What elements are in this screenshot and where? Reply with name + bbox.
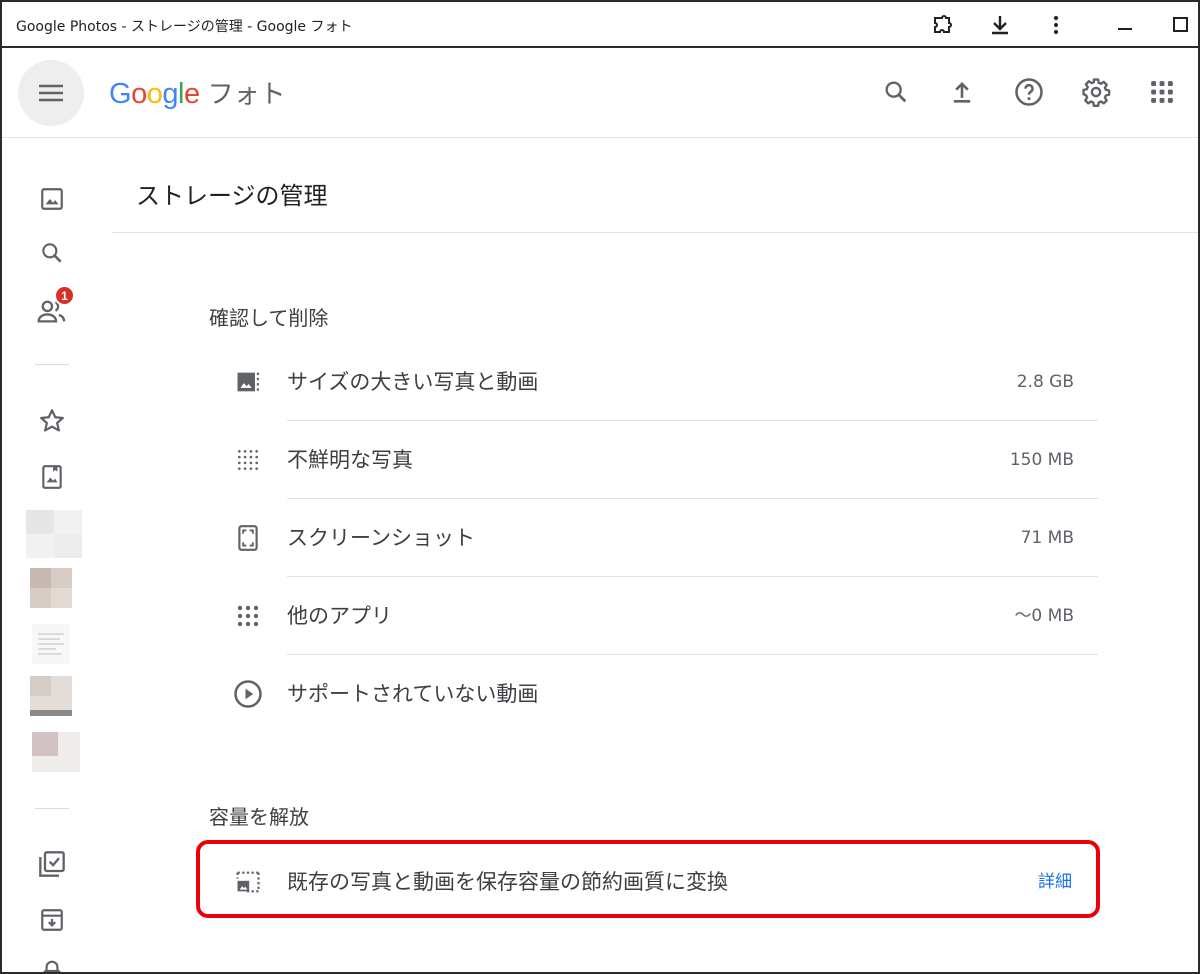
extension-icon[interactable] (928, 10, 958, 40)
list-item-size: 150 MB (1009, 450, 1074, 470)
album-thumbnail[interactable] (30, 568, 72, 608)
list-item-label: サポートされていない動画 (287, 682, 539, 706)
logo-letter: e (183, 78, 200, 110)
lock-icon[interactable] (32, 952, 72, 972)
list-item-unsupported-videos[interactable]: サポートされていない動画 (230, 655, 1098, 733)
list-item-large-photos[interactable]: サイズの大きい写真と動画 2.8 GB (230, 343, 1098, 421)
window-title: Google Photos - ストレージの管理 - Google フォト (16, 19, 353, 35)
logo-letter: o (131, 78, 147, 110)
help-icon[interactable] (1011, 74, 1047, 110)
browser-window: Google Photos - ストレージの管理 - Google フォト G … (0, 0, 1200, 974)
section-heading-free-up: 容量を解放 (209, 805, 309, 829)
settings-icon[interactable] (1078, 74, 1114, 110)
list-item-blurry[interactable]: 不鮮明な写真 150 MB (230, 421, 1098, 499)
logo-letter: G (109, 78, 132, 110)
album-thumbnail[interactable] (32, 624, 70, 664)
unsupported-video-icon (230, 655, 266, 733)
search-icon[interactable] (32, 233, 72, 273)
main-menu-button[interactable] (18, 60, 84, 126)
notification-badge: 1 (54, 285, 75, 306)
logo-letter: o (146, 78, 163, 110)
app-header: G o o g l e フォト (2, 48, 1198, 138)
highlight-annotation (196, 840, 1100, 918)
sharing-icon[interactable]: 1 (32, 285, 75, 331)
maximize-icon[interactable] (1166, 10, 1196, 40)
list-item-label: スクリーンショット (287, 526, 475, 550)
other-apps-icon (230, 577, 266, 655)
list-item-other-apps[interactable]: 他のアプリ ～0 MB (230, 577, 1098, 655)
upload-icon[interactable] (944, 74, 980, 110)
large-photos-icon (230, 343, 266, 421)
star-icon[interactable] (32, 401, 72, 441)
blurry-icon (230, 421, 266, 499)
albums-icon[interactable] (32, 457, 72, 497)
apps-icon[interactable] (1144, 74, 1180, 110)
sidebar-divider (35, 808, 69, 809)
photos-icon[interactable] (32, 179, 72, 219)
album-thumbnail[interactable] (26, 510, 82, 558)
title-divider (112, 232, 1198, 233)
sidebar-divider (35, 364, 69, 365)
list-item-label: 不鮮明な写真 (287, 448, 413, 472)
screenshot-icon (230, 499, 266, 577)
download-icon[interactable] (985, 10, 1015, 40)
google-photos-logo[interactable]: G o o g l e フォト (109, 74, 286, 110)
archive-icon[interactable] (32, 900, 72, 940)
title-bar: Google Photos - ストレージの管理 - Google フォト (2, 2, 1198, 48)
search-icon[interactable] (878, 74, 914, 110)
utilities-icon[interactable] (32, 844, 72, 884)
menu-icon (39, 84, 63, 102)
list-item-size: 71 MB (1020, 528, 1074, 548)
list-item-label: サイズの大きい写真と動画 (287, 370, 539, 394)
minimize-icon[interactable] (1110, 10, 1140, 40)
logo-letter: g (162, 78, 178, 110)
album-thumbnail[interactable] (30, 676, 72, 716)
album-thumbnail[interactable] (32, 732, 80, 772)
more-vert-icon[interactable] (1041, 10, 1071, 40)
section-heading-review: 確認して削除 (209, 306, 329, 330)
page-title: ストレージの管理 (136, 182, 328, 210)
list-item-size: ～0 MB (1014, 606, 1074, 626)
list-item-size: 2.8 GB (1016, 372, 1074, 392)
list-item-label: 他のアプリ (287, 604, 392, 628)
logo-product-name: フォト (207, 80, 286, 110)
list-item-screenshots[interactable]: スクリーンショット 71 MB (230, 499, 1098, 577)
